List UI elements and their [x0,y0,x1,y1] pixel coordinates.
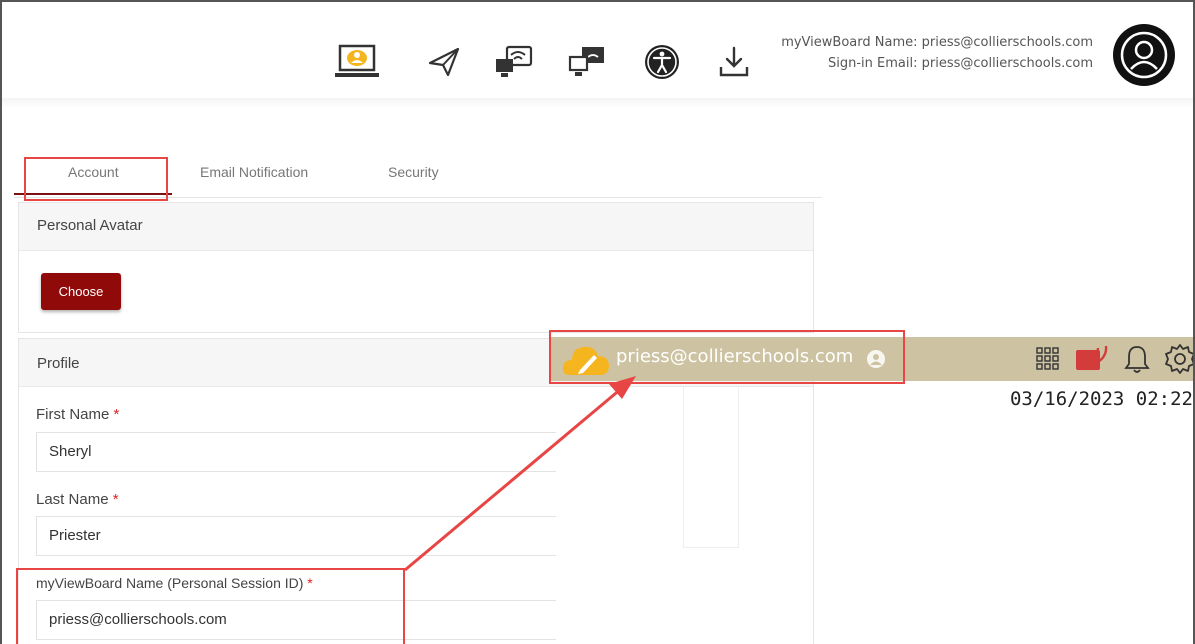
screenshot-frame: myViewBoard Name: priess@collierschools.… [0,0,1195,644]
annotation-arrow [404,376,636,572]
